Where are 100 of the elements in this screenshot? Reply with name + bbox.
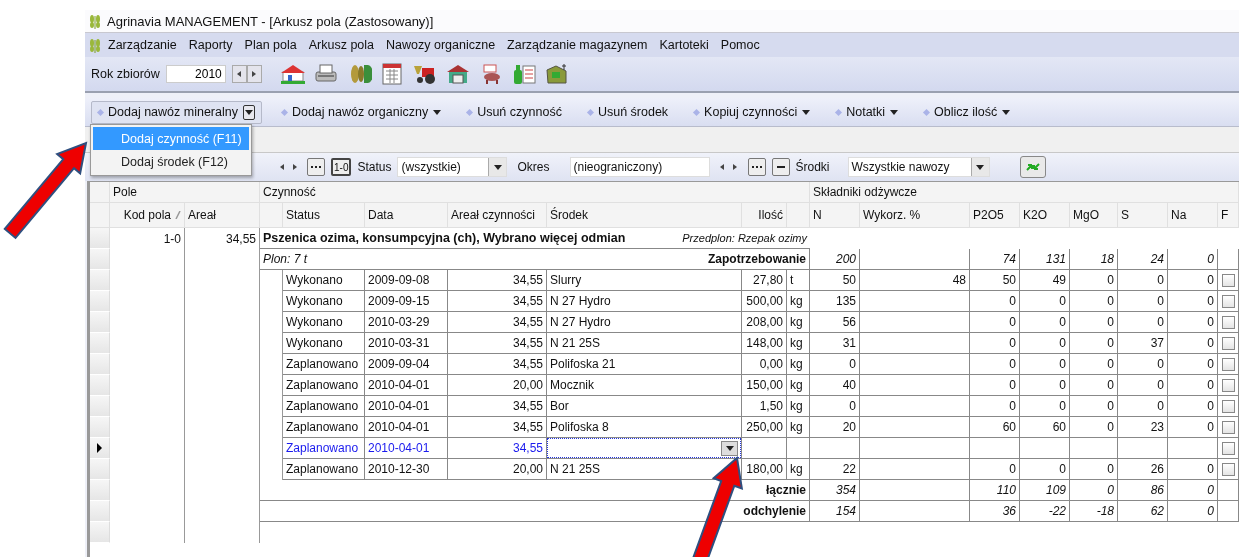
date-cell: 2010-03-29 <box>365 312 448 333</box>
p2o5-cell: 0 <box>970 459 1020 480</box>
status-combo[interactable]: (wszystkie) <box>397 157 508 177</box>
row-pointer-icon <box>97 443 102 453</box>
column-header[interactable]: Data <box>368 208 394 222</box>
p2o5-cell: 36 <box>970 501 1020 522</box>
period-field[interactable]: (nieograniczony) <box>569 157 710 177</box>
status-cell: Zaplanowano <box>283 396 365 417</box>
sodium-cell: 0 <box>1168 249 1218 270</box>
menu-item[interactable]: Dodaj środek (F12) <box>93 150 249 173</box>
menu-item[interactable]: Raporty <box>182 36 239 54</box>
menu-item[interactable]: Kartoteki <box>653 36 715 54</box>
area-cell: 34,55 <box>448 354 547 375</box>
mgo-cell: 0 <box>1070 291 1118 312</box>
menu-item[interactable]: Pomoc <box>714 36 766 54</box>
column-header[interactable]: Środek <box>550 208 589 222</box>
sulfur-cell: 26 <box>1118 459 1168 480</box>
p2o5-cell: 0 <box>970 291 1020 312</box>
sodium-cell: 0 <box>1168 501 1218 522</box>
more-button[interactable] <box>747 158 766 176</box>
column-header[interactable]: Na <box>1171 208 1187 222</box>
empty-cell <box>1070 438 1118 459</box>
amount-cell: 500,00 <box>742 291 787 312</box>
k2o-cell: -22 <box>1020 501 1070 522</box>
nitrogen-cell: 0 <box>810 354 860 375</box>
clear-button[interactable] <box>771 158 790 176</box>
sulfur-cell: 23 <box>1118 417 1168 438</box>
code-button[interactable]: 1-0 <box>331 158 352 176</box>
toolbar-button[interactable]: Usuń czynność <box>461 102 568 122</box>
row-header[interactable] <box>90 438 110 459</box>
previous-button[interactable] <box>231 65 247 83</box>
p2o5-cell: 74 <box>970 249 1020 270</box>
year-field[interactable]: 2010 <box>165 65 226 83</box>
menu-item[interactable]: Nawozy organiczne <box>380 36 502 54</box>
sulfur-cell: 62 <box>1118 501 1168 522</box>
agent-cell: N 27 Hydro <box>547 291 742 312</box>
amount-cell: 0,00 <box>742 354 787 375</box>
unit-cell: kg <box>787 333 810 354</box>
agents-combo[interactable]: Wszystkie nawozy <box>847 157 990 177</box>
requirement-label: Zapotrzebowanie <box>708 252 806 266</box>
house-icon[interactable] <box>279 62 306 86</box>
toolbar-button[interactable]: Usuń środek <box>581 102 675 122</box>
amount-cell: 27,80 <box>742 270 787 291</box>
sulfur-cell: 0 <box>1118 375 1168 396</box>
sulfur-cell: 0 <box>1118 354 1168 375</box>
more-button[interactable] <box>307 158 325 176</box>
p2o5-cell: 0 <box>970 396 1020 417</box>
area-cell: 34,55 <box>448 396 547 417</box>
status-cell: Wykonano <box>283 312 365 333</box>
nitrogen-cell: 56 <box>810 312 860 333</box>
dropdown-button[interactable]: Kopiuj czynności <box>688 102 817 122</box>
refresh-button[interactable] <box>1019 156 1046 178</box>
mgo-cell: 0 <box>1070 396 1118 417</box>
nitrogen-cell: 0 <box>810 396 860 417</box>
wheat-icon <box>88 37 102 53</box>
sodium-cell: 0 <box>1168 375 1218 396</box>
group-header: Pole <box>110 182 260 203</box>
unit-cell: kg <box>787 375 810 396</box>
amount-cell: 1,50 <box>742 396 787 417</box>
field-code-cell: 1-0 <box>110 228 185 249</box>
crop-title: Pszenica ozima, konsumpcyjna (ch), Wybrano więcej odmian <box>263 231 627 245</box>
p2o5-cell: 0 <box>970 354 1020 375</box>
menu-item[interactable]: Zarządzanie <box>102 36 183 54</box>
nitrogen-cell: 31 <box>810 333 860 354</box>
sodium-cell: 0 <box>1168 480 1218 501</box>
status-cell: Zaplanowano <box>283 354 365 375</box>
utilization-cell: 48 <box>860 270 970 291</box>
sulfur-cell: 37 <box>1118 333 1168 354</box>
sodium-cell: 0 <box>1168 270 1218 291</box>
column-header[interactable]: S <box>1121 208 1129 222</box>
amount-cell: 150,00 <box>742 375 787 396</box>
column-header[interactable]: N <box>813 208 822 222</box>
agent-cell: Bor <box>547 396 742 417</box>
date-cell: 2010-04-01 <box>365 396 448 417</box>
split-button[interactable]: Dodaj nawóz mineralny <box>91 100 262 124</box>
agents-label: Środki <box>795 160 830 174</box>
sort-indicator-icon <box>175 211 181 219</box>
status-cell: Wykonano <box>283 333 365 354</box>
p2o5-cell: 60 <box>970 417 1020 438</box>
unit-cell: kg <box>787 354 810 375</box>
date-cell: 2010-03-31 <box>365 333 448 354</box>
menu-item[interactable]: Zarządzanie magazynem <box>501 36 654 54</box>
sodium-cell: 0 <box>1168 312 1218 333</box>
status-label: Status <box>357 160 392 174</box>
status-cell: Wykonano <box>283 291 365 312</box>
p2o5-cell: 0 <box>970 312 1020 333</box>
dropdown-button[interactable]: Oblicz ilość <box>918 102 1017 122</box>
empty-cell <box>1118 438 1168 459</box>
date-cell: 2009-09-04 <box>365 354 448 375</box>
period-label: Okres <box>517 160 550 174</box>
menu-item[interactable]: Arkusz pola <box>302 36 380 54</box>
dropdown-button[interactable]: Dodaj nawóz organiczny <box>275 102 448 122</box>
nitrogen-cell: 354 <box>810 480 860 501</box>
dropdown-button[interactable]: Notatki <box>830 102 905 122</box>
mgo-cell: 0 <box>1070 354 1118 375</box>
menu-item[interactable]: Plan pola <box>238 36 303 54</box>
nitrogen-cell: 135 <box>810 291 860 312</box>
date-cell: 2010-04-01 <box>365 375 448 396</box>
sodium-cell: 0 <box>1168 459 1218 480</box>
agent-combo[interactable] <box>547 438 741 458</box>
